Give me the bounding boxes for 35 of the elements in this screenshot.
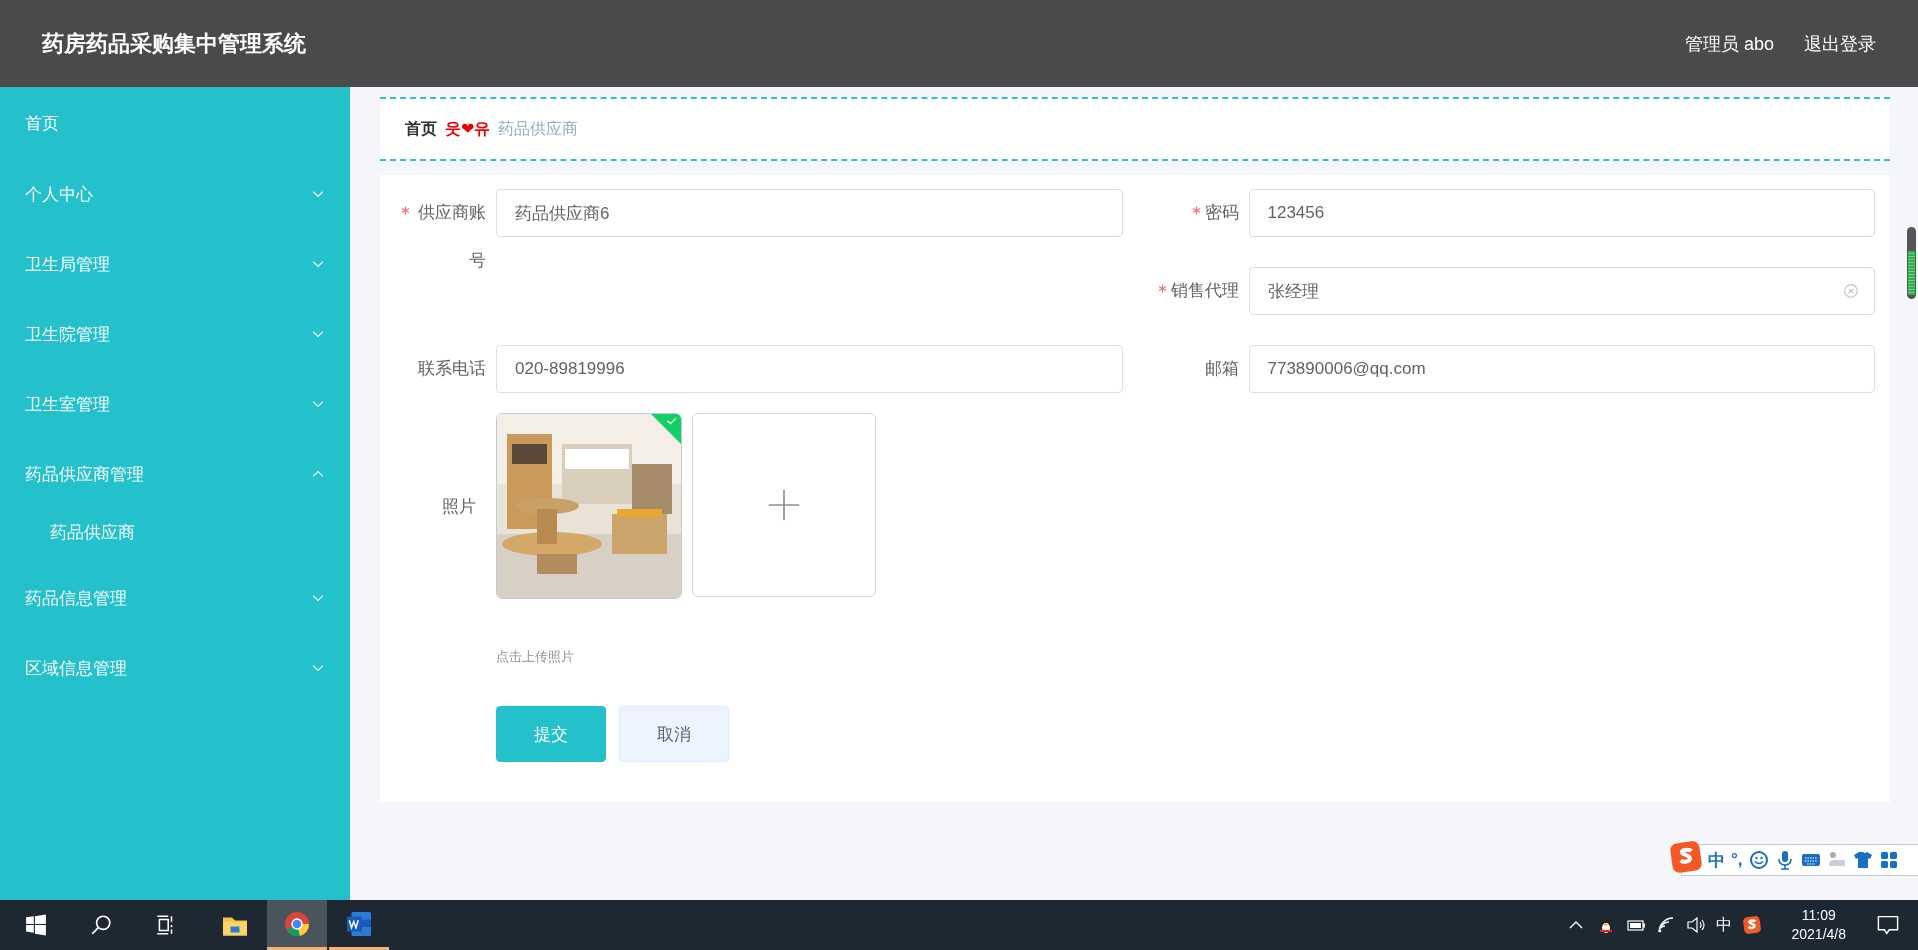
breadcrumb-separator: 웃❤유 [445,118,491,139]
speaker-icon[interactable] [1685,915,1706,935]
wifi-icon[interactable] [1655,915,1676,935]
ime-mode[interactable]: 中 [1708,848,1725,872]
user-name: 管理员 abo [1684,32,1774,56]
logout-link[interactable]: 退出登录 [1804,31,1876,56]
punctuation-mode[interactable]: °, [1731,850,1743,870]
field-label: 销售代理 [1170,280,1239,302]
search-icon[interactable] [90,914,112,936]
shirt-icon[interactable] [1852,850,1873,870]
smiley-icon[interactable] [1748,850,1769,870]
cancel-button[interactable]: 取消 [619,706,729,762]
plus-icon [767,488,801,522]
windows-start-icon[interactable] [25,914,47,936]
grid-icon[interactable] [1878,850,1899,870]
s-logo-icon[interactable] [1741,915,1762,935]
notification-icon[interactable] [1876,913,1900,937]
app-title: 药房药品采购集中管理系统 [42,29,306,58]
text-field[interactable]: 张经理 [1248,267,1875,315]
scroll-indicator [1907,227,1916,299]
taskbar-button[interactable] [267,900,327,950]
clock[interactable]: 11:09 2021/4/8 [1771,906,1866,944]
input-indicator[interactable]: 中 [1715,914,1732,936]
field-label: 密码 [1204,202,1239,224]
field-label: 邮箱 [1204,358,1239,380]
breadcrumb-current: 药品供应商 [498,118,579,139]
field-label: 照片 [441,495,477,518]
text-field[interactable]: 123456 [1248,189,1875,237]
field-label: 供应商账号 [417,202,486,272]
text-field[interactable]: 药品供应商6 [496,189,1123,237]
upload-hint: 点击上传照片 [496,649,574,664]
text-field[interactable]: 020-89819996 [496,345,1123,393]
field-label: 联系电话 [418,358,486,380]
text-field[interactable]: 773890006@qq.com [1248,345,1875,393]
breadcrumb-link[interactable]: 首页 [405,118,437,140]
